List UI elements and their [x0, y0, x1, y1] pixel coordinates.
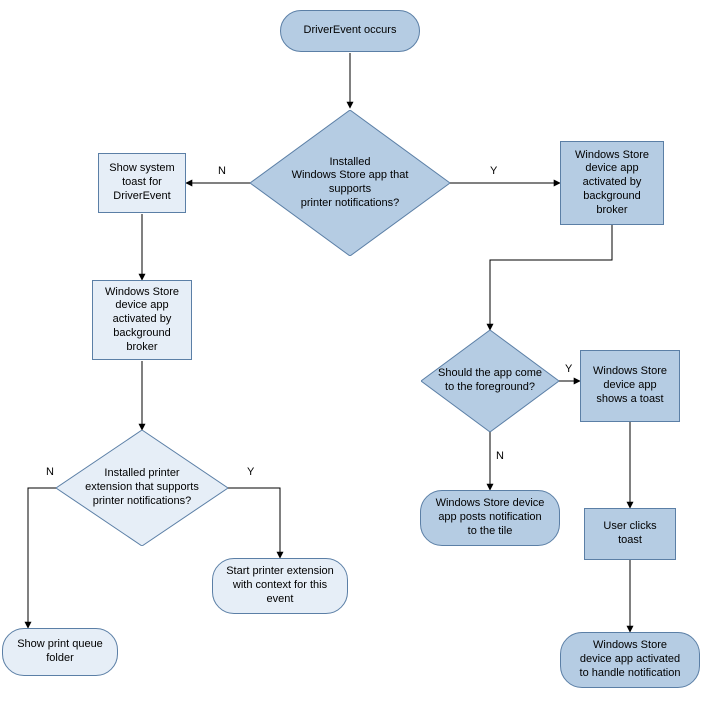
node-label: Show system toast for DriverEvent [109, 162, 174, 203]
edge-label-n: N [496, 450, 504, 462]
decision-foreground: Should the app come to the foreground? [421, 330, 559, 432]
node-label: User clicks toast [603, 520, 656, 548]
node-label: Windows Store device app shows a toast [593, 365, 667, 406]
node-label: DriverEvent occurs [304, 24, 397, 38]
process-app-activated-right: Windows Store device app activated by ba… [560, 141, 664, 225]
edge-label-y: Y [565, 363, 572, 375]
node-label: Installed printer extension that support… [56, 430, 228, 546]
node-label: Windows Store device app activated to ha… [580, 639, 681, 680]
node-label: Windows Store device app activated by ba… [105, 286, 179, 355]
node-label: Windows Store device app activated by ba… [575, 149, 649, 218]
edge-label-n: N [218, 165, 226, 177]
terminator-start: DriverEvent occurs [280, 10, 420, 52]
decision-printer-extension: Installed printer extension that support… [56, 430, 228, 546]
terminator-show-print-queue: Show print queue folder [2, 628, 118, 676]
node-label: Should the app come to the foreground? [421, 330, 559, 432]
edge-label-y: Y [247, 466, 254, 478]
terminator-handle-notification: Windows Store device app activated to ha… [560, 632, 700, 688]
node-label: Windows Store device app posts notificat… [436, 497, 545, 538]
terminator-posts-tile: Windows Store device app posts notificat… [420, 490, 560, 546]
process-show-system-toast: Show system toast for DriverEvent [98, 153, 186, 213]
terminator-start-extension: Start printer extension with context for… [212, 558, 348, 614]
edge-label-y: Y [490, 165, 497, 177]
process-app-activated-left: Windows Store device app activated by ba… [92, 280, 192, 360]
node-label: Show print queue folder [17, 638, 103, 666]
process-shows-toast: Windows Store device app shows a toast [580, 350, 680, 422]
node-label: Installed Windows Store app that support… [250, 110, 450, 256]
edge-label-n: N [46, 466, 54, 478]
decision-installed-app: Installed Windows Store app that support… [250, 110, 450, 256]
node-label: Start printer extension with context for… [226, 565, 334, 606]
process-user-clicks-toast: User clicks toast [584, 508, 676, 560]
